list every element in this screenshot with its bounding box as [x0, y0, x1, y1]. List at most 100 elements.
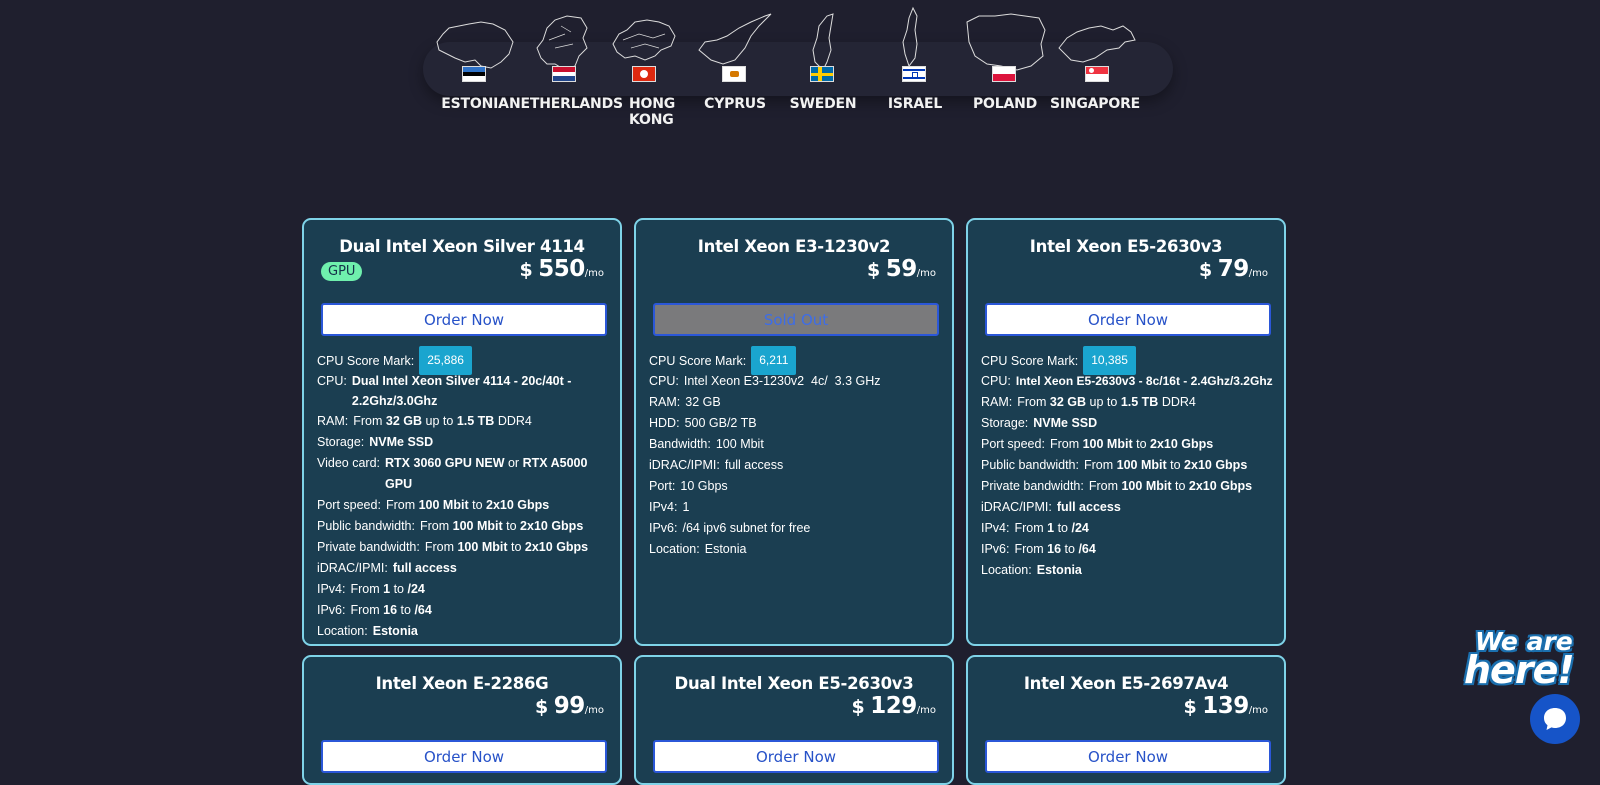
spec-value: full access — [1056, 500, 1121, 514]
location-sweden[interactable]: SWEDEN — [773, 2, 873, 132]
spec-value: From 100 Mbit to 2x10 Gbps — [1083, 458, 1248, 472]
order-now-button[interactable]: Order Now — [321, 303, 607, 336]
server-card: Dual Intel Xeon Silver 4114 GPU $ 550/mo… — [302, 218, 622, 646]
spec-value: From 100 Mbit to 2x10 Gbps — [424, 540, 589, 554]
spec-label: CPU: — [649, 374, 679, 388]
price-amount: 99 — [553, 693, 586, 719]
spec-value: Estonia — [372, 624, 418, 638]
spec-label: Port: — [649, 479, 676, 493]
spec-label: Bandwidth: — [649, 437, 711, 451]
spec-label: IPv4: — [981, 521, 1010, 535]
sold-out-button[interactable]: Sold Out — [653, 303, 939, 336]
spec-value: From 32 GB up to 1.5 TB DDR4 — [1017, 395, 1196, 409]
spec-label: Storage: — [317, 435, 365, 449]
server-price: $ 129/mo — [851, 693, 936, 719]
spec-value: RTX 3060 GPU NEW or RTX A5000 GPU — [385, 456, 588, 491]
spec-label: HDD: — [649, 416, 680, 430]
spec-label: RAM: — [981, 395, 1013, 409]
location-selector: ESTONIA NETHERLANDS HONG KONG CYPRUS SWE… — [423, 2, 1175, 137]
location-hong-kong[interactable]: HONG KONG — [595, 2, 695, 132]
gpu-badge: GPU — [321, 262, 363, 281]
spec-value: 32 GB — [685, 395, 721, 409]
currency-symbol: $ — [851, 696, 865, 718]
price-period: /mo — [584, 705, 604, 716]
order-now-button[interactable]: Order Now — [653, 740, 939, 773]
price-amount: 129 — [870, 693, 917, 719]
order-now-button[interactable]: Order Now — [321, 740, 607, 773]
poland-flag-icon — [992, 66, 1016, 82]
spec-row: IPv4: 1 — [649, 497, 949, 518]
netherlands-flag-icon — [552, 66, 576, 82]
price-amount: 79 — [1217, 256, 1250, 282]
cpu-score-badge: 25,886 — [419, 346, 472, 375]
spec-row: RAM: From 32 GB up to 1.5 TB DDR4 — [981, 392, 1281, 413]
chat-launcher-button[interactable] — [1530, 694, 1580, 744]
spec-label: Location: — [981, 563, 1032, 577]
chat-greeting-line2: here! — [1464, 648, 1575, 692]
spec-value: From 1 to /24 — [1014, 521, 1089, 535]
spec-row: Public bandwidth: From 100 Mbit to 2x10 G… — [317, 516, 617, 537]
spec-row: IPv6: From 16 to /64 — [981, 539, 1281, 560]
location-estonia[interactable]: ESTONIA — [425, 2, 525, 132]
location-singapore[interactable]: SINGAPORE — [1045, 2, 1145, 132]
spec-value: full access — [392, 561, 457, 575]
spec-label: iDRAC/IPMI: — [649, 458, 720, 472]
location-poland[interactable]: POLAND — [955, 2, 1055, 132]
spec-label: IPv6: — [981, 542, 1010, 556]
spec-list: CPU Score Mark: 25,886 CPU: Dual Intel Xe… — [317, 346, 617, 642]
spec-row: iDRAC/IPMI: full access — [649, 455, 949, 476]
spec-row: RAM: From 32 GB up to 1.5 TB DDR4 — [317, 411, 617, 432]
spec-value: From 100 Mbit to 2x10 Gbps — [419, 519, 584, 533]
location-israel[interactable]: ISRAEL — [865, 2, 965, 132]
cpu-score-badge: 6,211 — [751, 346, 797, 375]
spec-row: IPv4: From 1 to /24 — [981, 518, 1281, 539]
cpu-score-badge: 10,385 — [1083, 346, 1136, 375]
server-price: $ 99/mo — [535, 693, 604, 719]
spec-label: RAM: — [317, 414, 349, 428]
spec-list: CPU Score Mark: 6,211 CPU: Intel Xeon E3-… — [649, 346, 949, 560]
price-period: /mo — [1248, 268, 1268, 279]
spec-row: Storage: NVMe SSD — [317, 432, 617, 453]
chat-bubble-icon — [1544, 708, 1566, 730]
estonia-map-icon — [436, 21, 514, 69]
currency-symbol: $ — [866, 259, 881, 281]
spec-label: CPU Score Mark: — [649, 354, 747, 368]
spec-value: 100 Mbit — [715, 437, 764, 451]
spec-value: Estonia — [1036, 563, 1082, 577]
server-price: $ 139/mo — [1183, 693, 1268, 719]
spec-row: CPU: Intel Xeon E3-1230v2 4c/ 3.3 GHz — [649, 371, 949, 392]
server-card: Dual Intel Xeon E5-2630v3 $ 129/mo Order… — [634, 655, 954, 785]
spec-label: Public bandwidth: — [317, 519, 415, 533]
israel-flag-icon — [902, 66, 926, 82]
currency-symbol: $ — [534, 696, 549, 718]
spec-row: Port speed: From 100 Mbit to 2x10 Gbps — [317, 495, 617, 516]
price-period: /mo — [916, 268, 936, 279]
currency-symbol: $ — [519, 259, 533, 281]
spec-label: iDRAC/IPMI: — [981, 500, 1052, 514]
spec-value: From 100 Mbit to 2x10 Gbps — [385, 498, 550, 512]
spec-label: IPv6: — [317, 603, 346, 617]
price-period: /mo — [916, 705, 936, 716]
chat-greeting-banner[interactable]: We are here! — [1464, 628, 1575, 692]
currency-symbol: $ — [1183, 696, 1197, 718]
hong-kong-flag-icon — [632, 66, 656, 82]
spec-row: Bandwidth: 100 Mbit — [649, 434, 949, 455]
spec-value: NVMe SSD — [1033, 416, 1098, 430]
spec-label: Location: — [649, 542, 700, 556]
cyprus-map-icon — [698, 13, 772, 65]
spec-row: CPU: Dual Intel Xeon Silver 4114 - 20c/40… — [317, 371, 617, 411]
spec-label: iDRAC/IPMI: — [317, 561, 388, 575]
spec-row: iDRAC/IPMI: full access — [981, 497, 1281, 518]
server-price: $ 79/mo — [1199, 256, 1268, 282]
price-amount: 550 — [538, 256, 585, 282]
spec-row: Location: Estonia — [317, 621, 617, 642]
order-now-button[interactable]: Order Now — [985, 303, 1271, 336]
location-cyprus[interactable]: CYPRUS — [685, 2, 785, 132]
spec-row: Public bandwidth: From 100 Mbit to 2x10 G… — [981, 455, 1281, 476]
spec-value: From 100 Mbit to 2x10 Gbps — [1049, 437, 1214, 451]
spec-value: From 100 Mbit to 2x10 Gbps — [1088, 479, 1253, 493]
spec-row: IPv6: From 16 to /64 — [317, 600, 617, 621]
location-name: SINGAPORE — [1049, 96, 1141, 112]
order-now-button[interactable]: Order Now — [985, 740, 1271, 773]
spec-row: RAM: 32 GB — [649, 392, 949, 413]
